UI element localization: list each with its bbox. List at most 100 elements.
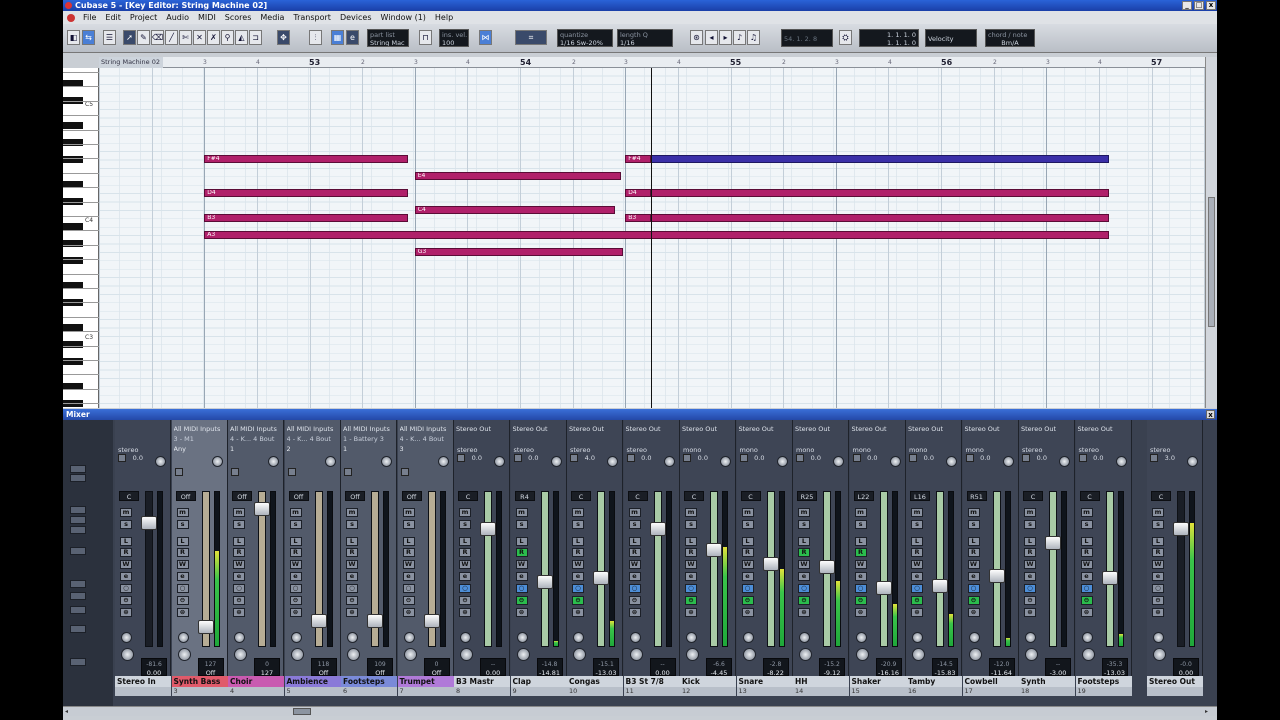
monitor-knob[interactable] — [121, 632, 132, 643]
fader-handle[interactable] — [593, 571, 609, 585]
routing-section[interactable]: Stereo Out — [626, 424, 678, 434]
midi-note[interactable]: D4 — [625, 188, 651, 197]
mute-button[interactable]: m — [798, 508, 810, 517]
send-bypass-button[interactable]: ⊜ — [854, 608, 867, 617]
fader-handle[interactable] — [649, 522, 666, 536]
pan-display[interactable]: L16 — [910, 491, 930, 501]
read-button[interactable]: R — [346, 548, 358, 557]
routing-section[interactable]: All MIDI Inputs 4 - K... 4 Bout 2 — [287, 424, 339, 454]
insert-bypass-button[interactable]: ○ — [967, 584, 980, 593]
gain-knob[interactable] — [494, 456, 505, 467]
mute-button[interactable]: m — [685, 508, 697, 517]
channel-strip-trumpet[interactable]: All MIDI Inputs 4 - K... 4 Bout 3 Off m s L R We… — [397, 420, 454, 696]
gain-knob[interactable] — [211, 456, 223, 467]
channel-strip-kick[interactable]: Stereo Out mono 0.0 Cm s L R We ○ ⊖ ⊜ -6.6 -4.45 Kick… — [680, 420, 736, 696]
monitor-knob[interactable] — [347, 632, 358, 643]
mixer-common-button[interactable] — [70, 592, 86, 600]
pan-display[interactable]: R25 — [797, 491, 817, 501]
send-bypass-button[interactable]: ⊜ — [1152, 608, 1164, 617]
record-enable-button[interactable] — [1153, 648, 1166, 661]
pan-display[interactable]: C — [740, 491, 761, 501]
eq-bypass-button[interactable]: ⊖ — [967, 596, 980, 605]
pan-display[interactable]: R51 — [966, 491, 987, 501]
read-button[interactable]: R — [120, 548, 132, 557]
eq-bypass-button[interactable]: ⊖ — [685, 596, 697, 605]
solo-button[interactable]: s — [854, 520, 867, 529]
midi-note[interactable] — [650, 213, 1110, 222]
part-list-field[interactable]: part list String Mac — [367, 29, 409, 47]
write-button[interactable]: W — [911, 560, 923, 569]
read-button[interactable]: R — [685, 548, 697, 557]
split-icon[interactable]: ✄ — [179, 30, 192, 45]
volume-display[interactable]: -20.9 -16.16 — [875, 658, 902, 677]
edit-channel-icon[interactable]: e — [402, 572, 415, 581]
pan-display[interactable]: R4 — [514, 491, 535, 501]
monitor-knob[interactable] — [177, 632, 189, 643]
channel-name[interactable]: Congas — [567, 676, 623, 687]
insert-bypass-button[interactable]: ○ — [628, 584, 641, 593]
pan-display[interactable]: L22 — [853, 491, 874, 501]
playhead[interactable] — [650, 68, 652, 408]
record-enable-button[interactable] — [1081, 648, 1095, 661]
mute-button[interactable]: m — [911, 508, 923, 517]
channel-name[interactable]: Snare — [736, 676, 793, 687]
edit-channel-icon[interactable]: e — [741, 572, 754, 581]
mute-button[interactable]: m — [967, 508, 980, 517]
volume-display[interactable]: -12.0 -11.64 — [988, 658, 1015, 677]
mute-button[interactable]: m — [176, 508, 189, 517]
mixer-common-button[interactable] — [70, 474, 86, 482]
channel-strip-footsteps[interactable]: Stereo Out stereo 0.0 Cm s L R We ○ ⊖ ⊜ -35.3 -13.03… — [1075, 420, 1132, 696]
gain-knob[interactable] — [720, 456, 731, 467]
send-bypass-button[interactable]: ⊜ — [967, 608, 980, 617]
edit-channel-icon[interactable]: e — [176, 572, 189, 581]
horizontal-scrollbar[interactable]: ◂ ▸ — [63, 706, 1217, 716]
routing-section[interactable]: Stereo Out — [908, 424, 960, 434]
channel-name[interactable]: B3 Mastr — [454, 676, 510, 687]
gain-knob[interactable] — [1115, 456, 1127, 467]
fader-track[interactable] — [597, 491, 605, 647]
solo-editor-icon[interactable]: ◧ — [67, 30, 80, 45]
edit-channel-icon[interactable]: e — [685, 572, 697, 581]
write-button[interactable]: W — [346, 560, 358, 569]
phase-toggle[interactable] — [344, 468, 352, 476]
fader-handle[interactable] — [536, 575, 553, 589]
midi-channel[interactable]: 1 — [230, 444, 282, 454]
insert-bypass-button[interactable]: ○ — [911, 584, 923, 593]
write-button[interactable]: W — [1024, 560, 1036, 569]
mixer-common-button[interactable] — [70, 516, 86, 524]
send-bypass-button[interactable]: ⊜ — [120, 608, 132, 617]
eq-bypass-button[interactable]: ⊖ — [1080, 596, 1093, 605]
edit-channel-icon[interactable]: e — [967, 572, 980, 581]
midi-note[interactable]: E4 — [414, 171, 622, 180]
black-key[interactable] — [63, 156, 83, 164]
write-button[interactable]: W — [515, 560, 528, 569]
channel-name[interactable]: Stereo Out — [1147, 676, 1203, 687]
channel-name[interactable]: Shaker — [849, 676, 906, 687]
volume-display[interactable]: 0 127 — [254, 658, 280, 677]
insert-bypass-button[interactable]: ○ — [1024, 584, 1036, 593]
fader-handle[interactable] — [819, 560, 835, 574]
scroll-left-icon[interactable]: ◂ — [65, 708, 73, 715]
listen-button[interactable]: L — [459, 537, 471, 546]
input-routing[interactable]: All MIDI Inputs — [174, 424, 226, 434]
fader-handle[interactable] — [254, 502, 270, 516]
record-enable-button[interactable] — [234, 648, 247, 661]
midi-note[interactable]: B3 — [204, 213, 409, 222]
routing-section[interactable]: Stereo Out — [1021, 424, 1073, 434]
solo-button[interactable]: s — [459, 520, 471, 529]
routing-section[interactable]: Stereo Out — [682, 424, 734, 434]
read-button[interactable]: R — [628, 548, 641, 557]
fader-handle[interactable] — [141, 516, 157, 530]
channel-name[interactable]: Tamby — [906, 676, 962, 687]
routing-section[interactable]: Stereo Out — [739, 424, 791, 434]
output-routing[interactable]: 3 - M1 — [174, 434, 226, 444]
menu-transport[interactable]: Transport — [293, 13, 331, 22]
monitor-knob[interactable] — [1081, 632, 1093, 643]
channel-strip-footsteps[interactable]: All MIDI Inputs 1 - Battery 3 1 Off m s L R We ○ ⊖… — [341, 420, 397, 696]
record-enable-button[interactable] — [516, 648, 530, 661]
channel-strip-cowbell[interactable]: Stereo Out mono 0.0 R51 m s L R We ○ ⊖ ⊜ -12.0 -11.64… — [962, 420, 1019, 696]
fader-handle[interactable] — [423, 614, 440, 628]
routing-section[interactable]: All MIDI Inputs 3 - M1 Any — [174, 424, 226, 454]
midi-channel[interactable]: 3 — [400, 444, 452, 454]
write-button[interactable]: W — [854, 560, 867, 569]
